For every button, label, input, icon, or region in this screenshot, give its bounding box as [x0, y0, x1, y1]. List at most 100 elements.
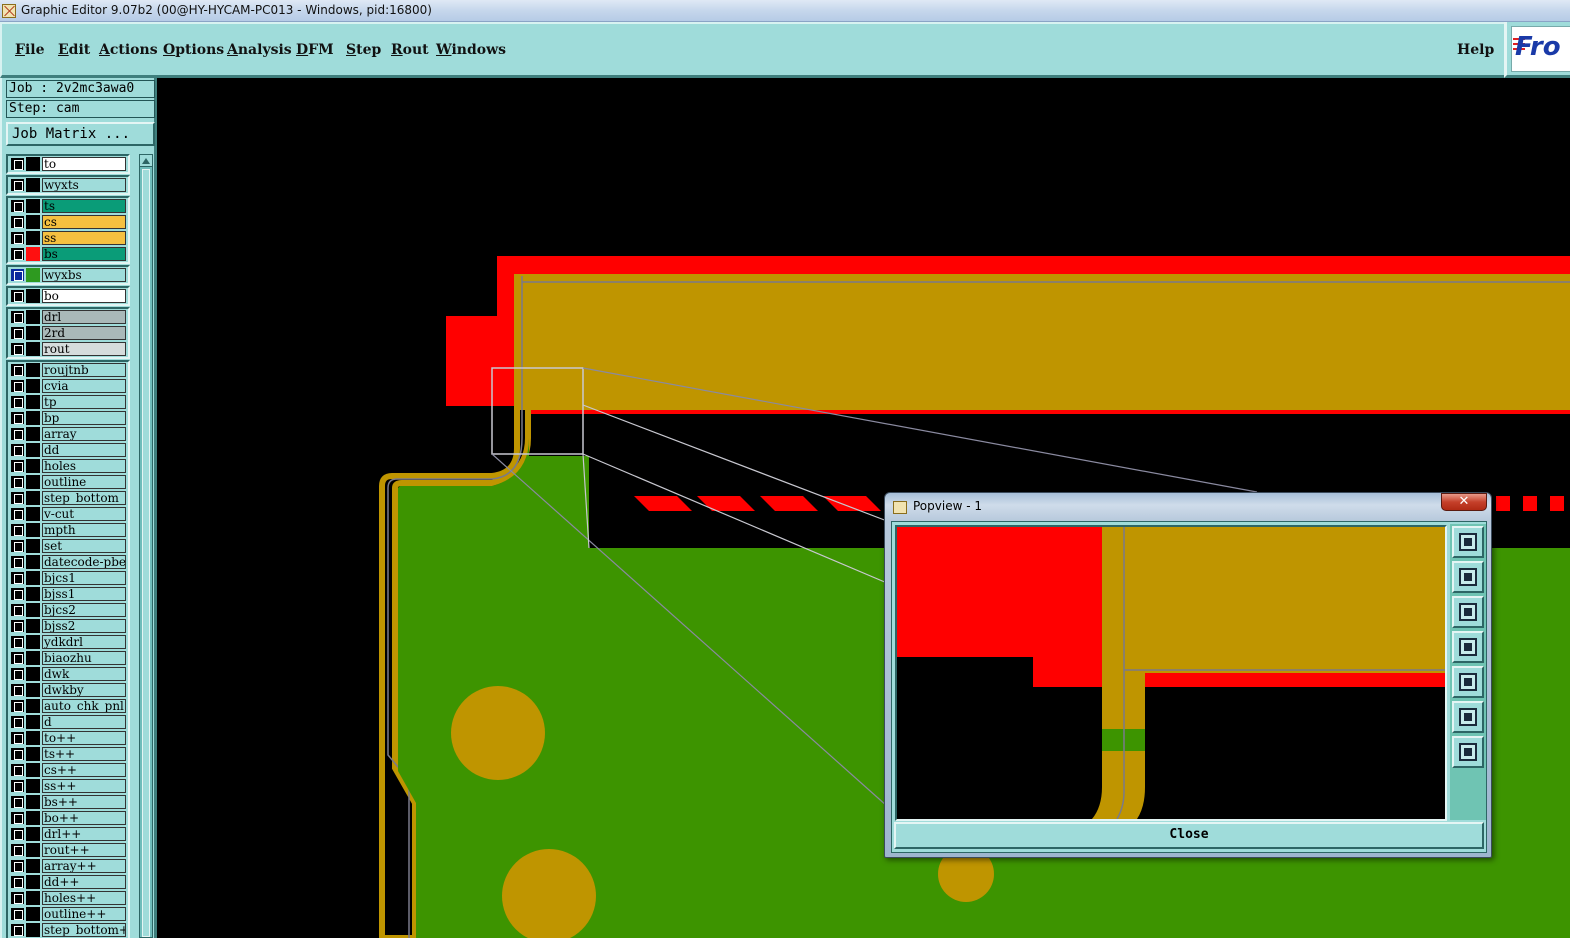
layer-row-wyxts[interactable]: wyxts — [8, 177, 128, 193]
pan-right-button[interactable] — [1452, 666, 1484, 698]
layer-row-outline[interactable]: outline — [8, 474, 128, 490]
layer-row-d[interactable]: d — [8, 714, 128, 730]
layer-name[interactable]: tp — [42, 395, 126, 409]
layer-color-swatch[interactable] — [26, 231, 40, 245]
layer-checkbox[interactable] — [11, 748, 24, 760]
scroll-up-icon[interactable] — [140, 155, 152, 167]
layer-row-bjss2[interactable]: bjss2 — [8, 618, 128, 634]
layer-color-swatch[interactable] — [26, 651, 40, 665]
layer-checkbox[interactable] — [11, 158, 24, 170]
menu-edit[interactable]: Edit — [58, 42, 90, 58]
layer-row-step_bottom[interactable]: step_bottom — [8, 490, 128, 506]
layer-row-cs++[interactable]: cs++ — [8, 762, 128, 778]
pan-up-button[interactable] — [1452, 561, 1484, 593]
layer-name[interactable]: array — [42, 427, 126, 441]
layer-color-swatch[interactable] — [26, 310, 40, 324]
layer-row-drl[interactable]: drl — [8, 309, 128, 325]
layer-name[interactable]: rout++ — [42, 843, 126, 857]
layer-checkbox[interactable] — [11, 556, 24, 568]
layer-color-swatch[interactable] — [26, 326, 40, 340]
layer-row-ss[interactable]: ss — [8, 230, 128, 246]
layer-checkbox[interactable] — [11, 620, 24, 632]
layer-color-swatch[interactable] — [26, 715, 40, 729]
layer-color-swatch[interactable] — [26, 379, 40, 393]
layer-name[interactable]: set — [42, 539, 126, 553]
layer-name[interactable]: bs — [42, 247, 126, 261]
layer-row-drl++[interactable]: drl++ — [8, 826, 128, 842]
layer-color-swatch[interactable] — [26, 157, 40, 171]
layer-color-swatch[interactable] — [26, 843, 40, 857]
layer-row-biaozhu[interactable]: biaozhu — [8, 650, 128, 666]
layer-name[interactable]: wyxts — [42, 178, 126, 192]
layer-checkbox[interactable] — [11, 716, 24, 728]
layer-name[interactable]: bjcs2 — [42, 603, 126, 617]
layer-color-swatch[interactable] — [26, 907, 40, 921]
layer-color-swatch[interactable] — [26, 699, 40, 713]
layer-name[interactable]: cs — [42, 215, 126, 229]
layer-checkbox[interactable] — [11, 460, 24, 472]
layer-color-swatch[interactable] — [26, 795, 40, 809]
layer-name[interactable]: rout — [42, 342, 126, 356]
layer-color-swatch[interactable] — [26, 178, 40, 192]
layer-checkbox[interactable] — [11, 216, 24, 228]
layer-checkbox[interactable] — [11, 508, 24, 520]
layer-row-holes++[interactable]: holes++ — [8, 890, 128, 906]
layer-name[interactable]: bs++ — [42, 795, 126, 809]
layer-row-bo++[interactable]: bo++ — [8, 810, 128, 826]
layer-color-swatch[interactable] — [26, 363, 40, 377]
layer-color-swatch[interactable] — [26, 859, 40, 873]
layer-row-dd[interactable]: dd — [8, 442, 128, 458]
layer-name[interactable]: dd++ — [42, 875, 126, 889]
layer-checkbox[interactable] — [11, 844, 24, 856]
job-matrix-button[interactable]: Job Matrix ... — [6, 122, 155, 146]
layer-checkbox[interactable] — [11, 179, 24, 191]
menu-step[interactable]: Step — [346, 42, 381, 58]
layer-color-swatch[interactable] — [26, 411, 40, 425]
layer-name[interactable]: cvia — [42, 379, 126, 393]
layer-row-ts[interactable]: ts — [8, 198, 128, 214]
layer-name[interactable]: 2rd — [42, 326, 126, 340]
layer-checkbox[interactable] — [11, 396, 24, 408]
layer-row-mpth[interactable]: mpth — [8, 522, 128, 538]
layer-name[interactable]: to++ — [42, 731, 126, 745]
popview-close-x-button[interactable]: ✕ — [1441, 493, 1487, 511]
layer-name[interactable]: datecode-pbe — [42, 555, 126, 569]
layer-checkbox[interactable] — [11, 604, 24, 616]
layer-color-swatch[interactable] — [26, 459, 40, 473]
layer-row-auto_chk_pnl[interactable]: auto_chk_pnl — [8, 698, 128, 714]
layer-color-swatch[interactable] — [26, 731, 40, 745]
layer-checkbox[interactable] — [11, 327, 24, 339]
layer-checkbox[interactable] — [11, 492, 24, 504]
layer-name[interactable]: ydkdrl — [42, 635, 126, 649]
layer-row-cvia[interactable]: cvia — [8, 378, 128, 394]
layer-checkbox[interactable] — [11, 636, 24, 648]
layer-row-bjcs2[interactable]: bjcs2 — [8, 602, 128, 618]
layer-checkbox[interactable] — [11, 412, 24, 424]
layer-name[interactable]: step_bottom — [42, 491, 126, 505]
scroll-thumb[interactable] — [142, 169, 150, 937]
layer-name[interactable]: drl — [42, 310, 126, 324]
layer-row-to[interactable]: to — [8, 156, 128, 172]
zoom-in-button[interactable] — [1452, 736, 1484, 768]
layer-checkbox[interactable] — [11, 269, 24, 281]
layer-name[interactable]: biaozhu — [42, 651, 126, 665]
menu-analysis[interactable]: Analysis — [227, 42, 292, 58]
layer-color-swatch[interactable] — [26, 539, 40, 553]
layer-row-array++[interactable]: array++ — [8, 858, 128, 874]
layer-color-swatch[interactable] — [26, 215, 40, 229]
layer-row-outline++[interactable]: outline++ — [8, 906, 128, 922]
layer-name[interactable]: bjss1 — [42, 587, 126, 601]
zoom-home-button[interactable] — [1452, 526, 1484, 558]
layer-row-bjss1[interactable]: bjss1 — [8, 586, 128, 602]
layer-row-holes[interactable]: holes — [8, 458, 128, 474]
layer-checkbox[interactable] — [11, 343, 24, 355]
layer-name[interactable]: v-cut — [42, 507, 126, 521]
layer-color-swatch[interactable] — [26, 827, 40, 841]
layer-color-swatch[interactable] — [26, 199, 40, 213]
layer-row-v-cut[interactable]: v-cut — [8, 506, 128, 522]
layer-checkbox[interactable] — [11, 860, 24, 872]
layer-color-swatch[interactable] — [26, 427, 40, 441]
menu-windows[interactable]: Windows — [436, 42, 506, 58]
layer-checkbox[interactable] — [11, 364, 24, 376]
layer-row-2rd[interactable]: 2rd — [8, 325, 128, 341]
